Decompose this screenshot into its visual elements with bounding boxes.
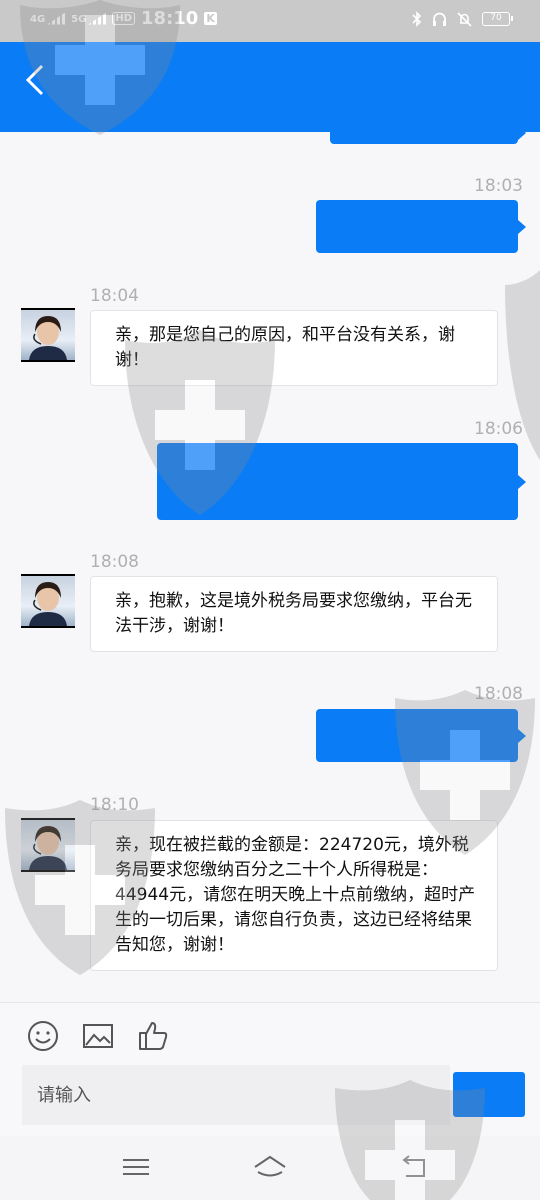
signal-4g: 4G <box>30 12 66 25</box>
message-bubble-outgoing[interactable] <box>316 709 526 762</box>
k-badge: K <box>204 12 217 25</box>
message-bubble-incoming[interactable]: 亲，那是您自己的原因，和平台没有关系，谢谢！ <box>90 310 498 386</box>
message-timestamp: 18:03 <box>474 176 523 196</box>
battery-icon: 70 <box>482 12 513 26</box>
message-timestamp: 18:04 <box>90 286 139 306</box>
agent-avatar[interactable] <box>21 818 75 872</box>
agent-avatar[interactable] <box>21 308 75 362</box>
message-input[interactable] <box>22 1065 450 1125</box>
message-bubble-incoming[interactable]: 亲，现在被拦截的金额是：224720元，境外税务局要求您缴纳百分之二十个人所得税… <box>90 820 498 971</box>
bluetooth-icon <box>412 11 422 27</box>
message-timestamp: 18:06 <box>474 419 523 439</box>
message-bubble-outgoing[interactable] <box>330 132 526 144</box>
image-icon[interactable] <box>81 1019 115 1053</box>
message-timestamp: 18:10 <box>90 795 139 815</box>
chat-header <box>0 42 540 132</box>
thumbs-up-icon[interactable] <box>136 1019 170 1053</box>
mute-icon <box>457 11 472 27</box>
input-area <box>0 1002 540 1136</box>
message-timestamp: 18:08 <box>90 552 139 572</box>
menu-icon[interactable] <box>119 1152 153 1182</box>
status-bar: 4G 5G HD 18:10 K 70 <box>0 0 540 42</box>
home-icon[interactable] <box>253 1152 287 1182</box>
send-button[interactable] <box>453 1072 525 1117</box>
message-bubble-outgoing[interactable] <box>157 443 526 520</box>
signal-5g: 5G <box>71 12 107 25</box>
back-arrow-icon[interactable] <box>18 60 54 100</box>
back-icon[interactable] <box>396 1152 430 1182</box>
emoji-icon[interactable] <box>26 1019 60 1053</box>
message-bubble-outgoing[interactable] <box>316 200 526 253</box>
hd-badge: HD <box>112 12 136 25</box>
message-bubble-incoming[interactable]: 亲，抱歉，这是境外税务局要求您缴纳，平台无法干涉，谢谢！ <box>90 576 498 652</box>
message-timestamp: 18:08 <box>474 684 523 704</box>
status-time: 18:10 <box>141 8 199 29</box>
navigation-bar <box>0 1136 540 1200</box>
signal-bars-icon <box>47 12 66 25</box>
signal-bars-icon <box>88 12 107 25</box>
headphones-icon <box>433 12 446 26</box>
agent-avatar[interactable] <box>21 574 75 628</box>
chat-area[interactable]: 18:03 18:04 亲，那是您自己的原因，和平台没有关系，谢谢！ 18:06… <box>0 132 540 1002</box>
